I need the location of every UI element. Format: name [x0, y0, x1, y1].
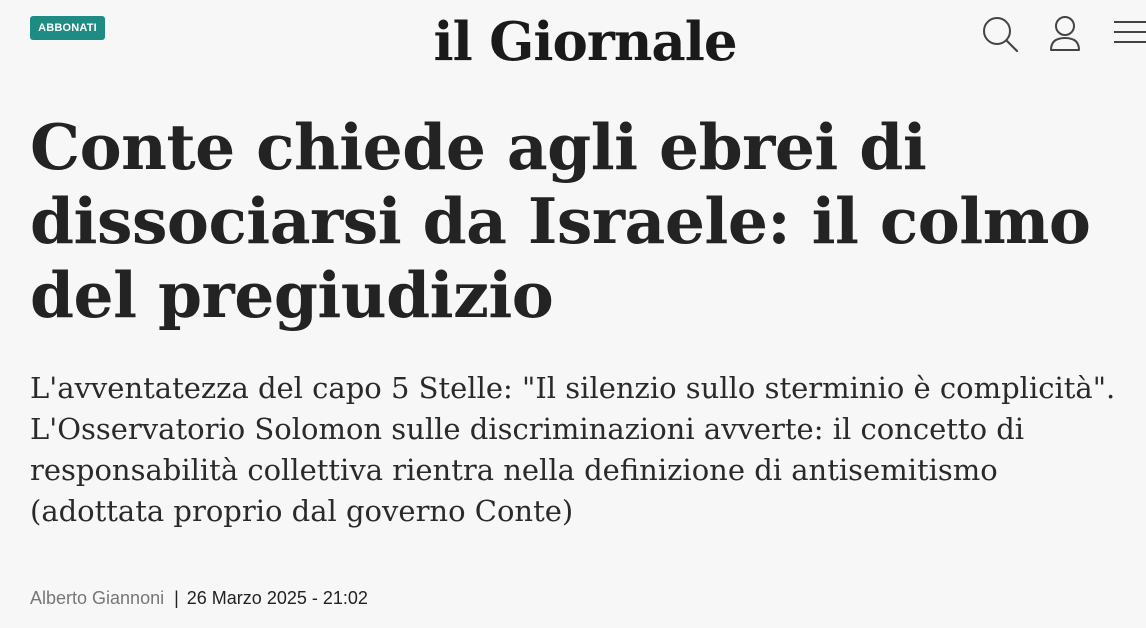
article-subheadline: L'avventatezza del capo 5 Stelle: "Il si…: [30, 371, 1116, 528]
subscribe-badge[interactable]: ABBONATI: [30, 16, 105, 40]
article-byline: Alberto Giannoni | 26 Marzo 2025 - 21:02: [30, 585, 368, 611]
site-logo[interactable]: il Giornale: [385, 2, 785, 82]
search-icon[interactable]: [978, 12, 1022, 56]
publish-date: 26 Marzo 2025 - 21:02: [186, 588, 368, 608]
byline-separator: |: [174, 588, 179, 608]
hamburger-menu-icon[interactable]: [1106, 12, 1146, 56]
user-icon[interactable]: [1043, 12, 1087, 56]
author-link[interactable]: Alberto Giannoni: [30, 588, 164, 608]
site-header: ABBONATI il Giornale: [0, 0, 1146, 88]
article-headline: Conte chiede agli ebrei di dissociarsi d…: [30, 110, 1091, 332]
